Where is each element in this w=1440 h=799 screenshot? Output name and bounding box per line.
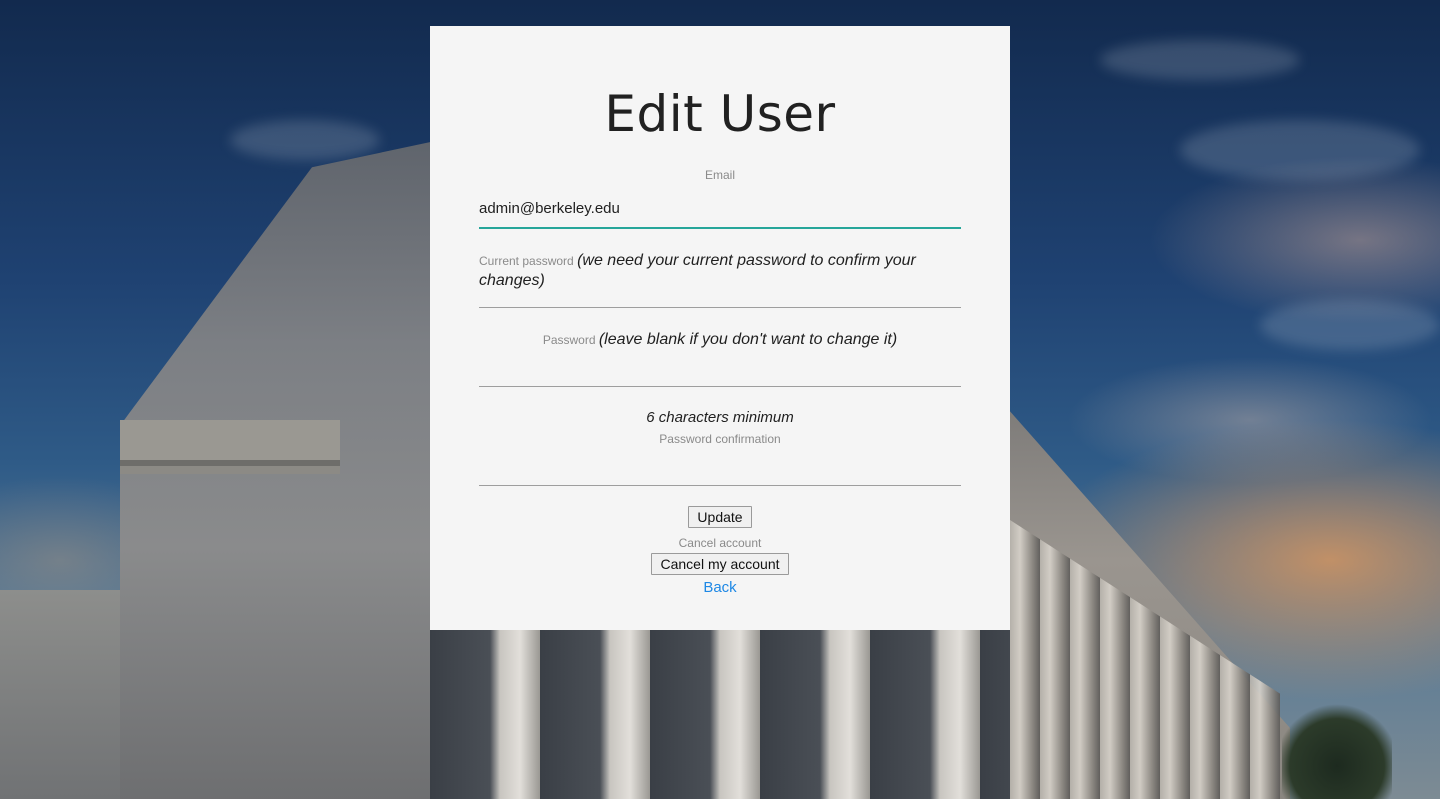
update-row: Update — [479, 506, 961, 530]
back-link[interactable]: Back — [703, 579, 736, 596]
password-label-text: Password — [542, 333, 596, 347]
email-label-text: Email — [704, 168, 735, 182]
building-left — [120, 140, 440, 799]
password-confirmation-label-text: Password confirmation — [659, 432, 781, 446]
edit-user-form: Email Current password (we need your cur… — [479, 166, 961, 530]
email-label: Email — [479, 166, 961, 184]
password-input[interactable] — [479, 367, 961, 387]
cloud — [1100, 40, 1300, 80]
back-row: Back — [479, 578, 961, 598]
password-label: Password (leave blank if you don't want … — [479, 330, 961, 350]
cancel-account-label-text: Cancel account — [678, 536, 762, 550]
cancel-account-label: Cancel account — [479, 535, 961, 551]
current-password-label: Current password (we need your current p… — [479, 251, 961, 289]
edit-user-card: Edit User Email Current password (we nee… — [430, 26, 1010, 630]
password-min-note: 6 characters minimum — [646, 409, 794, 426]
current-password-label-text: Current password — [479, 254, 574, 268]
password-hint: (leave blank if you don't want to change… — [598, 331, 898, 348]
cloud — [1180, 120, 1420, 180]
colonnade — [1010, 520, 1280, 799]
cancel-my-account-button[interactable]: Cancel my account — [651, 553, 789, 575]
cloud — [1260, 300, 1440, 350]
colonnade-center — [430, 630, 1010, 799]
cancel-row: Cancel my account — [479, 553, 961, 577]
password-confirmation-label: Password confirmation — [479, 431, 961, 447]
tree — [1282, 700, 1392, 799]
update-button[interactable]: Update — [688, 506, 752, 528]
cloud — [230, 120, 380, 160]
password-confirmation-input[interactable] — [479, 466, 961, 486]
building-cornice — [120, 420, 340, 460]
current-password-input[interactable] — [479, 288, 961, 308]
email-input[interactable] — [479, 190, 961, 229]
page-title: Edit User — [604, 85, 836, 143]
